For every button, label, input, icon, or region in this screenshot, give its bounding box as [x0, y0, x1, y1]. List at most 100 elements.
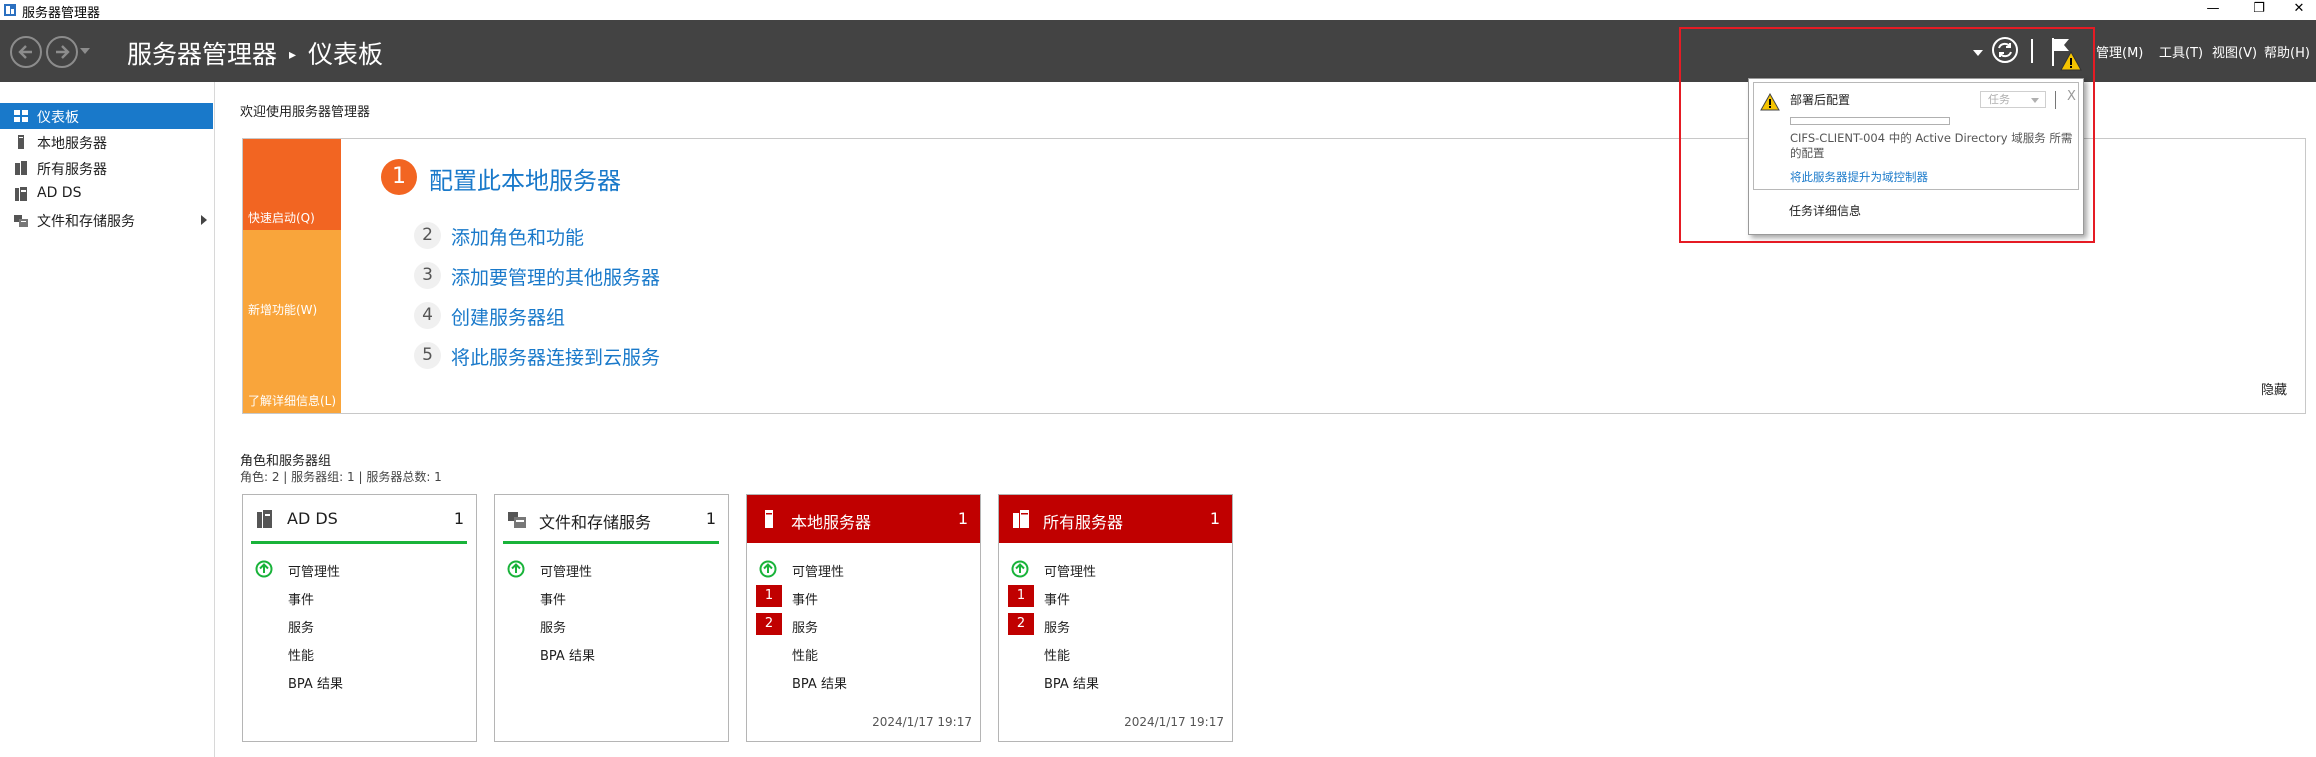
- notification-title: 部署后配置: [1790, 93, 1851, 107]
- row-label: 服务: [540, 621, 567, 636]
- tile-row-bpa[interactable]: BPA 结果: [243, 667, 476, 693]
- tile-quick-start[interactable]: 快速启动(Q): [243, 139, 341, 230]
- notification-flag-icon[interactable]: [2049, 36, 2083, 72]
- menu-help[interactable]: 帮助(H): [2264, 42, 2310, 61]
- row-label: 性能: [1044, 649, 1071, 664]
- status-ok-bar: [251, 541, 467, 544]
- tile-header[interactable]: 文件和存储服务 1: [495, 495, 728, 543]
- tile-header[interactable]: 本地服务器 1: [747, 495, 980, 543]
- tile-label: 了解详细信息(L): [248, 394, 337, 408]
- tile-name: AD DS: [287, 509, 338, 528]
- step-link[interactable]: 添加要管理的其他服务器: [451, 263, 660, 290]
- status-ok-icon: [507, 560, 525, 578]
- step-link[interactable]: 添加角色和功能: [451, 223, 584, 250]
- sidebar-item-local-server[interactable]: 本地服务器: [0, 129, 213, 155]
- step-number: 5: [414, 342, 441, 369]
- row-label: 性能: [288, 649, 315, 664]
- tile-count: 1: [453, 509, 464, 528]
- minimize-button[interactable]: —: [2190, 0, 2236, 20]
- tile-header[interactable]: 所有服务器 1: [999, 495, 1232, 543]
- notifications-popup: 部署后配置 任务 X CIFS-CLIENT-004 中的 Active Dir…: [1748, 78, 2084, 235]
- tile-label: 快速启动(Q): [248, 211, 315, 225]
- sidebar-item-dashboard[interactable]: 仪表板: [0, 103, 213, 129]
- forward-button[interactable]: [46, 36, 78, 68]
- row-label: BPA 结果: [288, 677, 343, 692]
- tile-row-performance[interactable]: 性能: [747, 639, 980, 665]
- sidebar-item-label: AD DS: [37, 185, 82, 201]
- server-manager-app-icon: [4, 4, 16, 16]
- menu-view[interactable]: 视图(V): [2212, 42, 2257, 61]
- tile-row-services[interactable]: 服务: [495, 611, 728, 637]
- tile-row-manageability[interactable]: 可管理性: [747, 555, 980, 581]
- tile-row-bpa[interactable]: BPA 结果: [999, 667, 1232, 693]
- tile-header[interactable]: AD DS 1: [243, 495, 476, 543]
- row-label: 可管理性: [1044, 565, 1097, 580]
- step-number: 4: [414, 302, 441, 329]
- tile-row-performance[interactable]: 性能: [999, 639, 1232, 665]
- sidebar-item-label: 本地服务器: [37, 136, 107, 152]
- ad-ds-icon: [257, 510, 272, 528]
- close-button[interactable]: ✕: [2276, 0, 2316, 20]
- alert-count-badge: 1: [1008, 585, 1034, 607]
- sidebar-item-all-servers[interactable]: 所有服务器: [0, 155, 213, 181]
- tile-timestamp: 2024/1/17 19:17: [872, 715, 972, 729]
- submenu-arrow-icon[interactable]: [201, 215, 207, 225]
- tile-row-bpa[interactable]: BPA 结果: [495, 639, 728, 665]
- window-title: 服务器管理器: [22, 6, 101, 21]
- sidebar-item-label: 文件和存储服务: [37, 214, 135, 230]
- menu-tools[interactable]: 工具(T): [2159, 42, 2203, 61]
- step-number: 1: [381, 159, 417, 195]
- app-header: 服务器管理器 ▸ 仪表板 管理(M) 工具(T) 视图(V) 帮助(H): [0, 20, 2316, 82]
- breadcrumb-app[interactable]: 服务器管理器: [127, 40, 277, 69]
- step-link[interactable]: 创建服务器组: [451, 303, 565, 330]
- sidebar-item-file-storage[interactable]: 文件和存储服务: [0, 207, 213, 233]
- tile-row-manageability[interactable]: 可管理性: [495, 555, 728, 581]
- history-dropdown-icon[interactable]: [80, 48, 90, 54]
- notification-message: CIFS-CLIENT-004 中的 Active Directory 域服务 …: [1790, 131, 2073, 160]
- alert-count-badge: 1: [756, 585, 782, 607]
- tile-row-services[interactable]: 2 服务: [999, 611, 1232, 637]
- tile-row-services[interactable]: 服务: [243, 611, 476, 637]
- step-number: 2: [414, 222, 441, 249]
- tile-whats-new[interactable]: 新增功能(W): [243, 230, 341, 322]
- tile-name: 本地服务器: [791, 513, 872, 532]
- task-details-link[interactable]: 任务详细信息: [1789, 202, 1861, 219]
- menu-manage[interactable]: 管理(M): [2096, 42, 2143, 61]
- hide-link[interactable]: 隐藏: [2261, 379, 2287, 398]
- tile-row-events[interactable]: 1 事件: [999, 583, 1232, 609]
- tile-row-events[interactable]: 事件: [243, 583, 476, 609]
- tile-row-events[interactable]: 事件: [495, 583, 728, 609]
- refresh-icon[interactable]: [1991, 36, 2019, 64]
- tile-row-manageability[interactable]: 可管理性: [999, 555, 1232, 581]
- tile-row-performance[interactable]: 性能: [243, 639, 476, 665]
- back-button[interactable]: [10, 36, 42, 68]
- roles-section-title: 角色和服务器组: [240, 454, 332, 469]
- header-dropdown-icon[interactable]: [1973, 50, 1983, 56]
- tasks-dropdown[interactable]: 任务: [1980, 91, 2046, 108]
- tile-count: 1: [705, 509, 716, 528]
- role-tile-local-server[interactable]: 本地服务器 1 可管理性 1 事件 2 服务 性能 BPA 结果 2024/1/…: [746, 494, 981, 742]
- row-label: 可管理性: [792, 565, 845, 580]
- breadcrumb-separator: ▸: [289, 47, 297, 63]
- role-tile-ad-ds[interactable]: AD DS 1 可管理性 事件 服务 性能 BPA 结果: [242, 494, 477, 742]
- step-link[interactable]: 配置此本地服务器: [429, 161, 621, 196]
- tile-row-manageability[interactable]: 可管理性: [243, 555, 476, 581]
- tile-row-services[interactable]: 2 服务: [747, 611, 980, 637]
- status-ok-icon: [1011, 560, 1029, 578]
- sidebar: 仪表板 本地服务器 所有服务器 AD DS 文件和存储服务: [0, 82, 215, 757]
- role-tile-all-servers[interactable]: 所有服务器 1 可管理性 1 事件 2 服务 性能 BPA 结果 2024/1/…: [998, 494, 1233, 742]
- promote-domain-controller-link[interactable]: 将此服务器提升为域控制器: [1790, 169, 1928, 185]
- sidebar-item-label: 仪表板: [37, 110, 79, 126]
- status-ok-icon: [255, 560, 273, 578]
- tile-row-events[interactable]: 1 事件: [747, 583, 980, 609]
- file-storage-icon: [14, 215, 28, 227]
- notification-close-button[interactable]: X: [2067, 89, 2076, 104]
- servers-icon: [1013, 510, 1029, 528]
- sidebar-item-ad-ds[interactable]: AD DS: [0, 181, 213, 207]
- role-tile-file-storage[interactable]: 文件和存储服务 1 可管理性 事件 服务 BPA 结果: [494, 494, 729, 742]
- arrow-left-icon: [18, 45, 32, 59]
- step-link[interactable]: 将此服务器连接到云服务: [451, 343, 660, 370]
- tile-learn-more[interactable]: 了解详细信息(L): [243, 322, 341, 413]
- tile-row-bpa[interactable]: BPA 结果: [747, 667, 980, 693]
- sidebar-item-label: 所有服务器: [37, 162, 107, 178]
